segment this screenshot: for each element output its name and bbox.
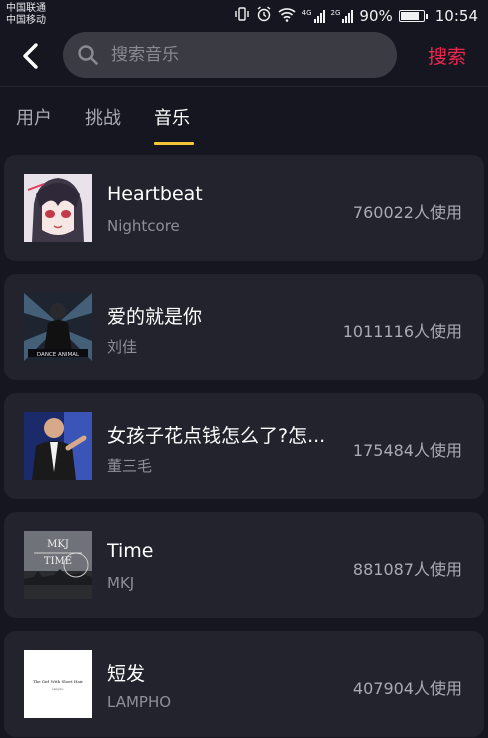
alarm-icon: [256, 6, 272, 26]
song-artist: Nightcore: [107, 217, 180, 235]
battery-icon: [398, 10, 428, 22]
battery-percent: 90%: [359, 7, 393, 25]
usage-count: 760022人使用: [352, 203, 462, 222]
chevron-left-icon: [23, 43, 38, 69]
song-title: Time: [107, 540, 154, 562]
list-item[interactable]: DANCE ANIMAL 爱的就是你 刘佳 1011116人使用: [4, 274, 484, 380]
song-artist: MKJ: [107, 574, 135, 592]
wifi-icon: [278, 7, 296, 26]
list-item[interactable]: Heartbeat Nightcore 760022人使用: [4, 155, 484, 261]
album-cover: [24, 174, 92, 242]
carrier-1: 中国联通: [6, 3, 46, 14]
search-icon: [78, 45, 98, 65]
search-header: 搜索: [0, 32, 488, 82]
album-cover: [24, 412, 92, 480]
song-artist: 刘佳: [107, 338, 138, 356]
carrier-2: 中国移动: [6, 15, 46, 26]
album-cover: The Girl With Short Hair lampho: [24, 650, 92, 718]
tab-bar: 用户 挑战 音乐: [0, 98, 488, 148]
tab-challenges[interactable]: 挑战: [85, 104, 121, 130]
clock: 10:54: [434, 7, 478, 25]
back-button[interactable]: [14, 38, 46, 74]
list-item[interactable]: 女孩子花点钱怎么了?怎... 董三毛 175484人使用: [4, 393, 484, 499]
cover-text-bottom: lampho: [52, 687, 63, 691]
song-artist: 董三毛: [107, 457, 153, 475]
cover-text-bottom: TIME: [44, 556, 72, 567]
song-artist: LAMPHO: [107, 693, 172, 711]
search-box[interactable]: [63, 32, 397, 78]
usage-count: 881087人使用: [352, 560, 462, 579]
search-button[interactable]: 搜索: [428, 42, 466, 69]
tab-music[interactable]: 音乐: [154, 104, 190, 130]
search-input[interactable]: [109, 44, 373, 66]
album-cover: MKJ TIME: [24, 531, 92, 599]
svg-text:DANCE ANIMAL: DANCE ANIMAL: [37, 352, 80, 358]
cover-text-top: MKJ: [47, 539, 69, 550]
album-cover: DANCE ANIMAL: [24, 293, 92, 361]
carrier-info: 中国联通 中国移动: [6, 3, 46, 27]
list-item[interactable]: MKJ TIME Time MKJ 881087人使用: [4, 512, 484, 618]
usage-count: 175484人使用: [352, 441, 462, 460]
song-title: 女孩子花点钱怎么了?怎...: [107, 425, 326, 447]
header-divider: [0, 86, 488, 87]
song-title: 爱的就是你: [107, 306, 203, 328]
tab-active-indicator: [154, 142, 194, 145]
signal-4g-icon: 4G: [302, 9, 325, 23]
song-title: 短发: [107, 663, 146, 685]
status-icons: 4G 2G 90% 10:54: [234, 6, 478, 26]
song-title: Heartbeat: [107, 183, 203, 205]
usage-count: 407904人使用: [352, 679, 462, 698]
status-bar: 中国联通 中国移动 4G 2G 90% 10:54: [0, 0, 488, 32]
signal-2g-icon: 2G: [331, 9, 354, 23]
vibrate-icon: [234, 6, 250, 26]
tab-users[interactable]: 用户: [16, 104, 52, 130]
cover-text-top: The Girl With Short Hair: [33, 679, 83, 684]
list-item[interactable]: The Girl With Short Hair lampho 短发 LAMPH…: [4, 631, 484, 737]
battery-fill: [400, 12, 419, 20]
usage-count: 1011116人使用: [342, 322, 462, 341]
